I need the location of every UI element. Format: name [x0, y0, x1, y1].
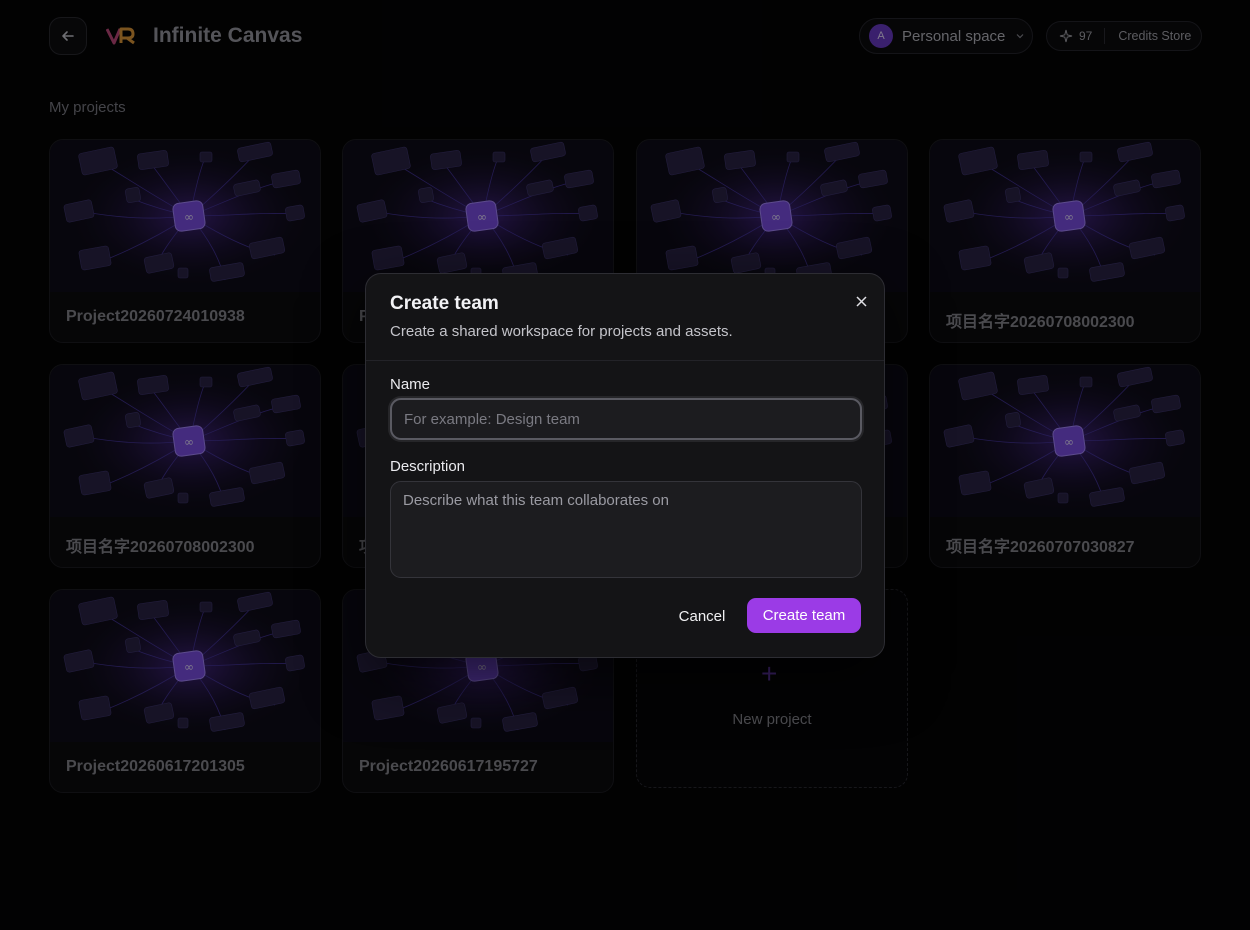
team-name-input[interactable] — [390, 398, 862, 440]
dialog-subtitle: Create a shared workspace for projects a… — [390, 323, 733, 340]
divider — [366, 360, 884, 361]
close-icon — [855, 295, 867, 307]
cancel-button[interactable]: Cancel — [666, 599, 738, 633]
team-description-input[interactable] — [390, 481, 862, 578]
name-label: Name — [390, 376, 431, 393]
create-team-dialog: Create team Create a shared workspace fo… — [365, 273, 885, 658]
description-label: Description — [390, 458, 466, 475]
create-team-button[interactable]: Create team — [747, 598, 861, 633]
close-button[interactable] — [852, 292, 870, 310]
dialog-title: Create team — [390, 293, 499, 314]
